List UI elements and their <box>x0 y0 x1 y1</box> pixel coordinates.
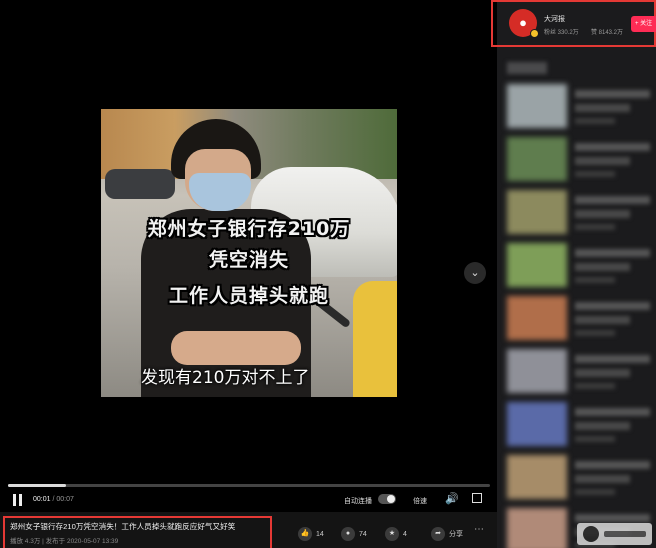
author-fans: 粉丝 330.2万 <box>544 30 579 36</box>
verified-badge-icon <box>530 29 539 38</box>
recommendation-text-placeholder <box>575 436 615 442</box>
watermark-logo <box>577 523 652 545</box>
recommendation-thumbnail <box>507 402 567 446</box>
recommendation-text-placeholder <box>575 157 630 165</box>
time-display: 00:01 / 00:07 <box>33 496 74 503</box>
progress-fill <box>8 484 66 487</box>
like-button[interactable]: 👍 14 <box>298 527 324 541</box>
recommendation-text-placeholder <box>575 263 630 271</box>
sidebar: ● 大河报 粉丝 330.2万 赞 8143.2万 + 关注 <box>491 0 656 548</box>
recommendation-header <box>507 62 547 74</box>
video-caption-line2: 凭空消失 <box>208 249 289 271</box>
recommendation-text-placeholder <box>575 408 650 416</box>
speed-button[interactable]: 倍速 <box>413 496 427 506</box>
player-controls: 00:01 / 00:07 自动连播 倍速 🔊 <box>0 491 497 511</box>
app-root: 郑州女子银行存210万 凭空消失 工作人员掉头就跑 发现有210万对不上了 ⌄ … <box>0 0 656 548</box>
recommendation-thumbnail <box>507 137 567 181</box>
recommendation-item[interactable] <box>507 347 656 395</box>
recommendation-text-placeholder <box>575 277 615 283</box>
recommendation-text-placeholder <box>575 514 650 522</box>
recommendation-text-placeholder <box>575 316 630 324</box>
video-caption-line1: 郑州女子银行存210万 <box>147 218 351 240</box>
recommendation-item[interactable] <box>507 241 656 289</box>
recommendation-text-placeholder <box>575 143 650 151</box>
comment-icon: ● <box>341 527 355 541</box>
recommendation-text-placeholder <box>575 422 630 430</box>
recommendation-thumbnail <box>507 84 567 128</box>
recommendation-text-placeholder <box>575 475 630 483</box>
autoplay-label: 自动连播 <box>344 498 372 505</box>
more-icon[interactable]: ⋯ <box>474 524 484 535</box>
video-title-box: 郑州女子银行存210万凭空消失！工作人员掉头就跑反应好气又好笑 播放 4.3万 … <box>3 516 272 548</box>
share-label: 分享 <box>449 531 463 538</box>
recommendation-text-placeholder <box>575 104 630 112</box>
author-name[interactable]: 大河报 <box>544 14 565 24</box>
recommendation-thumbnail <box>507 190 567 234</box>
comment-count: 74 <box>359 530 367 538</box>
author-likes: 赞 8143.2万 <box>591 30 624 36</box>
recommendation-text-placeholder <box>575 355 650 363</box>
recommendation-text-placeholder <box>575 90 650 98</box>
recommendation-text-placeholder <box>575 330 615 336</box>
recommendation-text-placeholder <box>575 461 650 469</box>
star-count: 4 <box>403 530 407 538</box>
star-icon: ★ <box>385 527 399 541</box>
recommendation-item[interactable] <box>507 82 656 130</box>
duration: / 00:07 <box>52 496 74 503</box>
recommendation-text-placeholder <box>575 489 615 495</box>
recommendation-text-placeholder <box>575 118 615 124</box>
fullscreen-icon[interactable] <box>472 493 482 503</box>
video-title[interactable]: 郑州女子银行存210万凭空消失！工作人员掉头就跑反应好气又好笑 <box>10 521 265 532</box>
progress-bar[interactable] <box>8 484 490 487</box>
video-info-bar: 郑州女子银行存210万凭空消失！工作人员掉头就跑反应好气又好笑 播放 4.3万 … <box>0 512 497 548</box>
video-subtitle: 发现有210万对不上了 <box>141 368 310 388</box>
recommendation-item[interactable] <box>507 135 656 183</box>
author-card: ● 大河报 粉丝 330.2万 赞 8143.2万 + 关注 <box>491 0 656 47</box>
volume-icon[interactable]: 🔊 <box>445 492 459 505</box>
share-button[interactable]: ➦ 分享 <box>431 527 463 541</box>
like-count: 14 <box>316 530 324 538</box>
recommendation-text-placeholder <box>575 302 650 310</box>
recommendation-text-placeholder <box>575 369 630 377</box>
comment-button[interactable]: ● 74 <box>341 527 367 541</box>
recommendation-thumbnail <box>507 349 567 393</box>
share-icon: ➦ <box>431 527 445 541</box>
recommendation-item[interactable] <box>507 294 656 342</box>
pause-icon[interactable] <box>12 494 24 506</box>
recommendation-text-placeholder <box>575 383 615 389</box>
follow-button[interactable]: + 关注 <box>631 16 656 32</box>
video-caption-line3: 工作人员掉头就跑 <box>168 285 329 307</box>
recommendation-text-placeholder <box>575 196 650 204</box>
autoplay-toggle[interactable] <box>378 494 396 504</box>
thumbs-up-icon: 👍 <box>298 527 312 541</box>
recommendation-text-placeholder <box>575 210 630 218</box>
recommendation-thumbnail <box>507 508 567 548</box>
favorite-button[interactable]: ★ 4 <box>385 527 407 541</box>
recommendation-text-placeholder <box>575 224 615 230</box>
recommendation-thumbnail <box>507 455 567 499</box>
recommendation-item[interactable] <box>507 188 656 236</box>
recommendation-item[interactable] <box>507 453 656 501</box>
recommendation-text-placeholder <box>575 171 615 177</box>
recommendation-item[interactable] <box>507 400 656 448</box>
recommendation-thumbnail <box>507 243 567 287</box>
next-video-chevron-down-icon[interactable]: ⌄ <box>464 262 486 284</box>
current-time: 00:01 <box>33 496 51 503</box>
video-frame[interactable]: 郑州女子银行存210万 凭空消失 工作人员掉头就跑 发现有210万对不上了 <box>101 109 397 397</box>
video-player[interactable]: 郑州女子银行存210万 凭空消失 工作人员掉头就跑 发现有210万对不上了 ⌄ … <box>0 0 497 512</box>
recommendation-text-placeholder <box>575 249 650 257</box>
video-meta: 播放 4.3万 | 发布于 2020-05-07 13:39 <box>10 538 119 545</box>
recommendation-thumbnail <box>507 296 567 340</box>
